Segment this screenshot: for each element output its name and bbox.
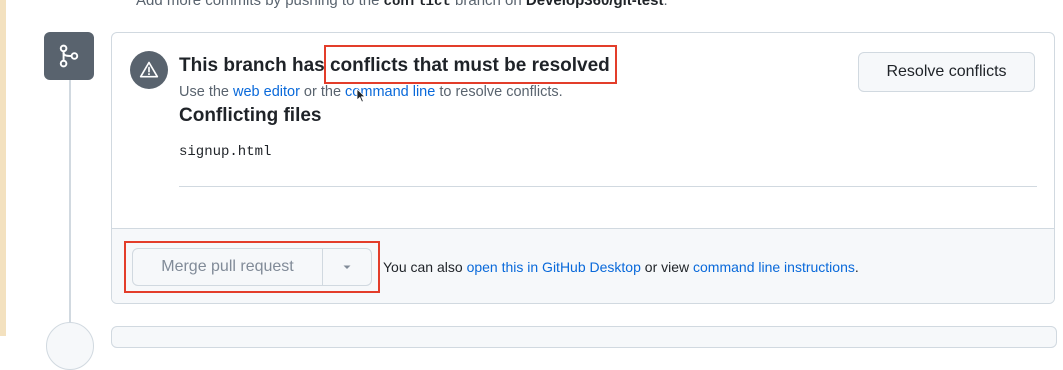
caret-down-icon	[343, 265, 351, 269]
divider	[179, 186, 1037, 187]
mouse-cursor-icon	[356, 88, 366, 108]
resolve-conflicts-button[interactable]: Resolve conflicts	[858, 52, 1035, 92]
command-line-instructions-link[interactable]: command line instructions	[693, 259, 855, 275]
repo-name: Develop360/git-test	[525, 0, 664, 9]
branch-name: conflict	[383, 0, 451, 10]
merge-button-group: Merge pull request	[132, 248, 372, 286]
alert-icon	[130, 51, 168, 89]
merge-helper-text: You can also open this in GitHub Desktop…	[383, 259, 859, 275]
window-edge-strip	[0, 0, 6, 336]
resolve-instructions: Use the web editor or the command line t…	[179, 84, 563, 100]
timeline-avatar	[46, 322, 94, 370]
push-commits-hint: Add more commits by pushing to the confl…	[136, 0, 668, 10]
web-editor-link[interactable]: web editor	[233, 84, 300, 100]
conflicting-files-title: Conflicting files	[179, 105, 322, 126]
merge-options-dropdown[interactable]	[323, 249, 371, 285]
merge-pull-request-button[interactable]: Merge pull request	[133, 249, 323, 285]
timeline-line	[69, 80, 71, 336]
annotation-highlight-box	[324, 45, 617, 84]
conflicting-file-item: signup.html	[179, 144, 272, 160]
next-timeline-card	[111, 326, 1057, 348]
git-branch-icon	[44, 32, 94, 80]
open-github-desktop-link[interactable]: open this in GitHub Desktop	[467, 259, 641, 275]
